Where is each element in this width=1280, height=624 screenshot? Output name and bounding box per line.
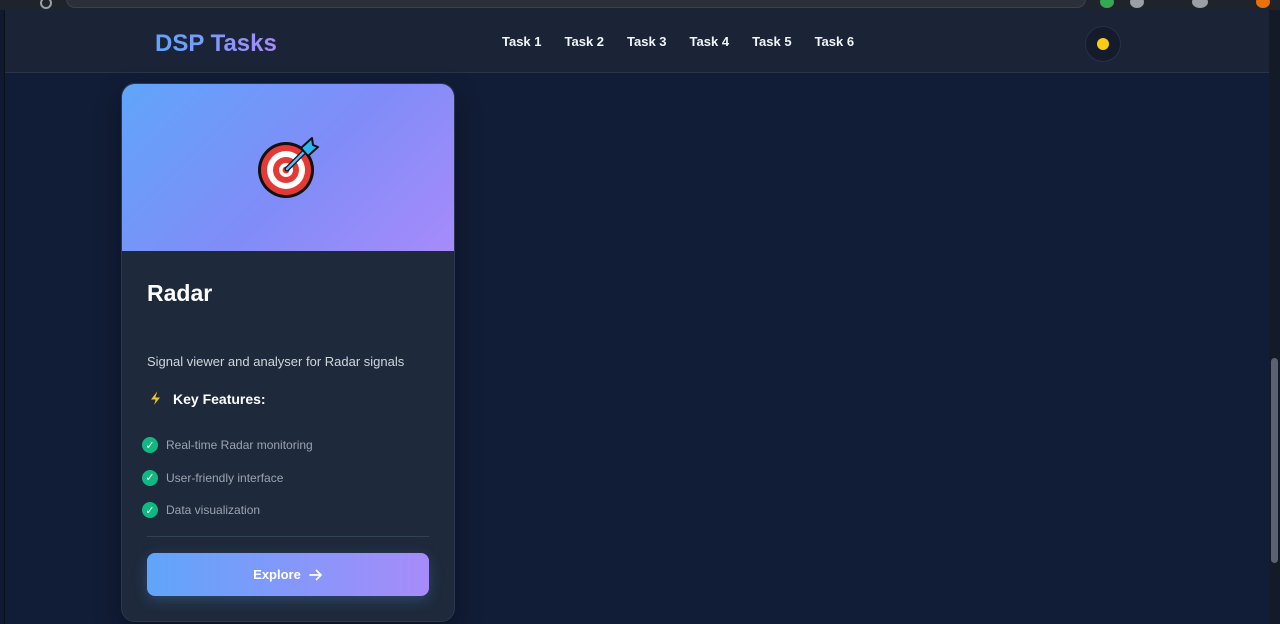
profile-avatar[interactable] — [1192, 0, 1208, 8]
reload-icon[interactable] — [40, 0, 52, 9]
arrow-right-icon — [308, 569, 322, 580]
nav-link-task-1[interactable]: Task 1 — [502, 34, 542, 49]
explore-button-label: Explore — [253, 567, 301, 582]
check-icon: ✓ — [142, 502, 158, 519]
features-heading: Key Features: — [147, 390, 266, 408]
nav-link-task-3[interactable]: Task 3 — [627, 34, 667, 49]
target-icon — [258, 136, 319, 198]
settings-icon[interactable] — [1130, 0, 1144, 8]
lightning-icon — [149, 390, 162, 408]
feature-text: Real-time Radar monitoring — [166, 438, 313, 453]
feature-list: ✓ Real-time Radar monitoring ✓ User-frie… — [142, 429, 313, 527]
extension-icon[interactable] — [1256, 0, 1270, 8]
extension-icon[interactable] — [1100, 0, 1114, 8]
feature-text: User-friendly interface — [166, 470, 284, 485]
feature-item: ✓ User-friendly interface — [142, 462, 313, 495]
browser-toolbar — [0, 0, 1280, 10]
brand-logo[interactable]: DSP Tasks — [155, 30, 277, 58]
feature-item: ✓ Real-time Radar monitoring — [142, 429, 313, 462]
nav-links: Task 1 Task 2 Task 3 Task 4 Task 5 Task … — [502, 34, 854, 49]
address-bar[interactable] — [66, 0, 1086, 8]
nav-link-task-4[interactable]: Task 4 — [690, 34, 730, 49]
feature-text: Data visualization — [166, 503, 261, 518]
feature-item: ✓ Data visualization — [142, 494, 313, 527]
features-label: Key Features: — [173, 391, 266, 407]
sun-icon — [1094, 35, 1112, 53]
scrollbar-thumb[interactable] — [1271, 358, 1278, 563]
nav-link-task-2[interactable]: Task 2 — [565, 34, 605, 49]
explore-button[interactable]: Explore — [147, 553, 429, 596]
page-scrollbar[interactable] — [1269, 10, 1280, 624]
check-icon: ✓ — [142, 437, 158, 454]
top-navbar: DSP Tasks Task 1 Task 2 Task 3 Task 4 Ta… — [5, 10, 1269, 73]
nav-link-task-5[interactable]: Task 5 — [752, 34, 792, 49]
theme-toggle-button[interactable] — [1085, 26, 1121, 62]
task-card-radar: Radar Signal viewer and analyser for Rad… — [121, 83, 455, 622]
card-title: Radar — [147, 280, 213, 306]
card-description: Signal viewer and analyser for Radar sig… — [147, 354, 405, 369]
nav-link-task-6[interactable]: Task 6 — [815, 34, 855, 49]
card-divider — [147, 536, 429, 537]
check-icon: ✓ — [142, 469, 158, 486]
card-header — [122, 84, 454, 251]
page-viewport: DSP Tasks Task 1 Task 2 Task 3 Task 4 Ta… — [4, 10, 1269, 624]
